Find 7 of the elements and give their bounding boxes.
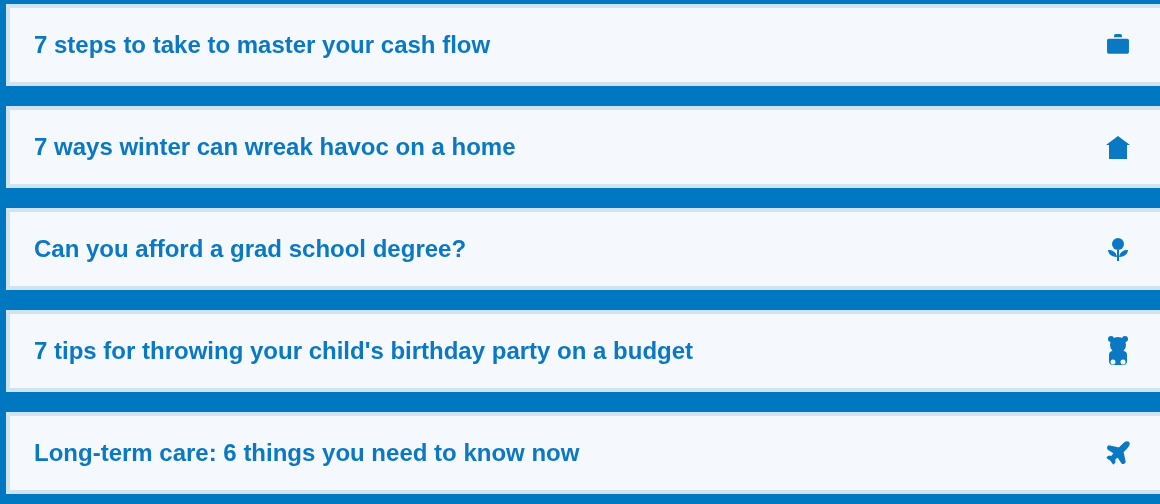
house-icon bbox=[1104, 133, 1132, 161]
article-link[interactable]: Long-term care: 6 things you need to know now bbox=[6, 412, 1160, 494]
article-link[interactable]: 7 steps to take to master your cash flow bbox=[6, 4, 1160, 86]
article-link[interactable]: 7 tips for throwing your child's birthday party on a budget bbox=[6, 310, 1160, 392]
article-link[interactable]: Can you afford a grad school degree? bbox=[6, 208, 1160, 290]
airplane-icon bbox=[1104, 439, 1132, 467]
article-link[interactable]: 7 ways winter can wreak havoc on a home bbox=[6, 106, 1160, 188]
